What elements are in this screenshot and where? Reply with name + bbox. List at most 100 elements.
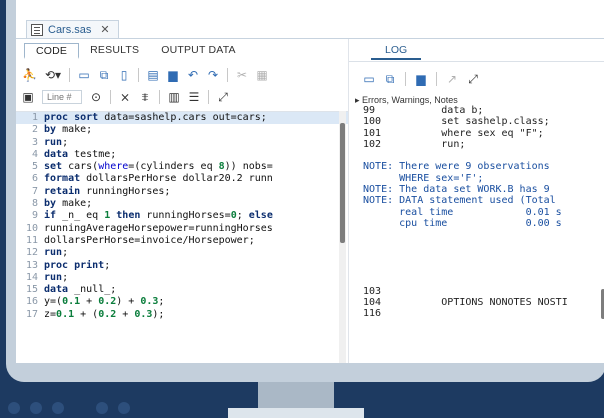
chevron-right-icon: ▸ bbox=[355, 95, 360, 105]
code-text: format dollarsPerHorse dollar20.2 runn bbox=[44, 173, 273, 185]
code-text: proc sort data=sashelp.cars out=cars; bbox=[44, 112, 267, 123]
editor-toolbar-secondary: ▣ ⊙ ⨯ ⩨ ▥ ☰ ⤢ bbox=[22, 89, 229, 105]
toolbar-separator bbox=[436, 72, 437, 86]
line-number: 16 bbox=[25, 296, 38, 308]
bg-dot bbox=[52, 402, 64, 414]
toolbar-separator bbox=[69, 68, 71, 82]
code-line[interactable]: 9 if _n_ eq 1 then runningHorses=0; else bbox=[16, 210, 348, 222]
code-text: by make; bbox=[44, 124, 93, 136]
print-icon[interactable]: ▆ bbox=[167, 67, 179, 83]
line-number: 13 bbox=[25, 259, 38, 271]
code-line[interactable]: 13 proc print; bbox=[16, 260, 348, 272]
format-code-icon[interactable]: ⩨ bbox=[139, 89, 151, 105]
code-text: if _n_ eq 1 then runningHorses=0; else bbox=[44, 210, 273, 222]
line-number: 17 bbox=[25, 308, 38, 320]
code-line[interactable]: 10 runningAverageHorsepower=runningHorses bbox=[16, 223, 348, 235]
log-line: NOTE: DATA statement used (Total bbox=[357, 195, 556, 207]
code-line[interactable]: 3 run; bbox=[16, 137, 348, 149]
code-line[interactable]: 16 y=(0.1 + 0.2) + 0.3; bbox=[16, 296, 348, 308]
code-line[interactable]: 14 run; bbox=[16, 272, 348, 284]
line-number: 3 bbox=[31, 136, 38, 148]
code-text: runningAverageHorsepower=runningHorses bbox=[44, 222, 273, 234]
line-number: 10 bbox=[25, 222, 38, 234]
toolbar-separator bbox=[110, 90, 111, 104]
line-number-input[interactable] bbox=[42, 90, 82, 104]
code-text: run; bbox=[44, 247, 69, 259]
code-line[interactable]: 2 by make; bbox=[16, 124, 348, 136]
code-text: proc print; bbox=[44, 259, 111, 271]
editor-tabs: CODE RESULTS OUTPUT DATA bbox=[24, 43, 247, 59]
cut-icon[interactable]: ✂ bbox=[236, 67, 248, 83]
code-line[interactable]: 12 run; bbox=[16, 247, 348, 259]
list-icon[interactable]: ☰ bbox=[188, 89, 200, 105]
redo-icon[interactable]: ↷ bbox=[207, 67, 219, 83]
maximize-icon[interactable]: ⤢ bbox=[217, 89, 229, 105]
open-icon[interactable]: ▤ bbox=[147, 67, 159, 83]
expand-log-icon[interactable]: ↗ bbox=[446, 71, 458, 87]
log-line: 103 bbox=[357, 285, 382, 297]
undo-icon[interactable]: ↶ bbox=[187, 67, 199, 83]
log-line: 116 bbox=[357, 308, 382, 320]
log-toolbar: ▭ ⧉ ▆ ↗ ⤢ bbox=[363, 71, 479, 87]
line-number: 11 bbox=[25, 234, 38, 246]
code-text: run; bbox=[44, 136, 69, 148]
print-log-icon[interactable]: ▆ bbox=[415, 71, 427, 87]
editor-scrollbar[interactable] bbox=[339, 111, 346, 363]
line-number: 1 bbox=[31, 112, 38, 123]
close-tab-icon[interactable]: ✕ bbox=[100, 23, 109, 36]
save-as-icon[interactable]: ⧉ bbox=[98, 67, 110, 83]
code-editor[interactable]: 1 proc sort data=sashelp.cars out=cars; 2 b… bbox=[16, 111, 348, 363]
new-icon[interactable]: ▯ bbox=[118, 67, 130, 83]
log-line: 101 where sex eq "F"; bbox=[357, 127, 544, 139]
download-log-icon[interactable]: ⧉ bbox=[384, 71, 396, 87]
tab-code[interactable]: CODE bbox=[24, 43, 80, 59]
log-line: cpu time 0.00 s bbox=[357, 217, 562, 229]
snippets-icon[interactable]: ▥ bbox=[168, 89, 180, 105]
editor-scrollbar-thumb[interactable] bbox=[340, 123, 345, 243]
errors-label: Errors, Warnings, Notes bbox=[362, 95, 458, 105]
go-to-line-icon[interactable]: ⊙ bbox=[90, 89, 102, 105]
code-text: retain runningHorses; bbox=[44, 185, 171, 197]
run-icon[interactable]: ⛹ bbox=[22, 67, 37, 83]
paste-icon[interactable]: ▦ bbox=[256, 67, 268, 83]
recall-icon[interactable]: ⟲▾ bbox=[45, 67, 61, 83]
clipboard-icon[interactable]: ▣ bbox=[22, 89, 34, 105]
code-text: data testme; bbox=[44, 148, 117, 160]
code-line[interactable]: 5 set cars(where=(cylinders eq 8)) nobs= bbox=[16, 161, 348, 173]
code-line[interactable]: 1 proc sort data=sashelp.cars out=cars; bbox=[16, 112, 348, 125]
code-line[interactable]: 6 format dollarsPerHorse dollar20.2 runn bbox=[16, 173, 348, 185]
save-icon[interactable]: ▭ bbox=[78, 67, 90, 83]
file-tab[interactable]: Cars.sas ✕ bbox=[26, 20, 119, 38]
code-line[interactable]: 11 dollarsPerHorse=invoice/Horsepower; bbox=[16, 235, 348, 247]
code-line[interactable]: 17 z=0.1 + (0.2 + 0.3); bbox=[16, 309, 348, 321]
remove-icon[interactable]: ⨯ bbox=[119, 89, 131, 105]
log-output: 99 data b; 100 set sashelp.class; 101 wh… bbox=[349, 105, 604, 363]
line-number: 15 bbox=[25, 284, 38, 296]
maximize-log-icon[interactable]: ⤢ bbox=[467, 71, 479, 87]
monitor-neck bbox=[258, 382, 334, 410]
code-text: dollarsPerHorse=invoice/Horsepower; bbox=[44, 234, 255, 246]
code-text: z=0.1 + (0.2 + 0.3); bbox=[44, 308, 165, 320]
log-line: real time 0.01 s bbox=[357, 206, 562, 218]
bg-dot bbox=[30, 402, 42, 414]
code-line[interactable]: 7 retain runningHorses; bbox=[16, 186, 348, 198]
code-line[interactable]: 4 data testme; bbox=[16, 149, 348, 161]
code-text: run; bbox=[44, 271, 69, 283]
tab-log[interactable]: LOG bbox=[371, 43, 422, 60]
tab-results[interactable]: RESULTS bbox=[79, 43, 150, 59]
editor-toolbar: ⛹ ⟲▾ ▭ ⧉ ▯ ▤ ▆ ↶ ↷ ✂ ▦ bbox=[22, 67, 268, 83]
log-line: WHERE sex='F'; bbox=[357, 172, 484, 184]
code-line[interactable]: 8 by make; bbox=[16, 198, 348, 210]
code-line[interactable]: 15 data _null_; bbox=[16, 284, 348, 296]
tab-output-data[interactable]: OUTPUT DATA bbox=[150, 43, 247, 59]
file-tab-label: Cars.sas bbox=[48, 23, 92, 36]
line-number: 8 bbox=[31, 198, 38, 210]
bg-dot bbox=[118, 402, 130, 414]
log-line: NOTE: There were 9 observations bbox=[357, 161, 550, 173]
line-number: 5 bbox=[31, 161, 38, 173]
save-log-icon[interactable]: ▭ bbox=[363, 71, 375, 87]
